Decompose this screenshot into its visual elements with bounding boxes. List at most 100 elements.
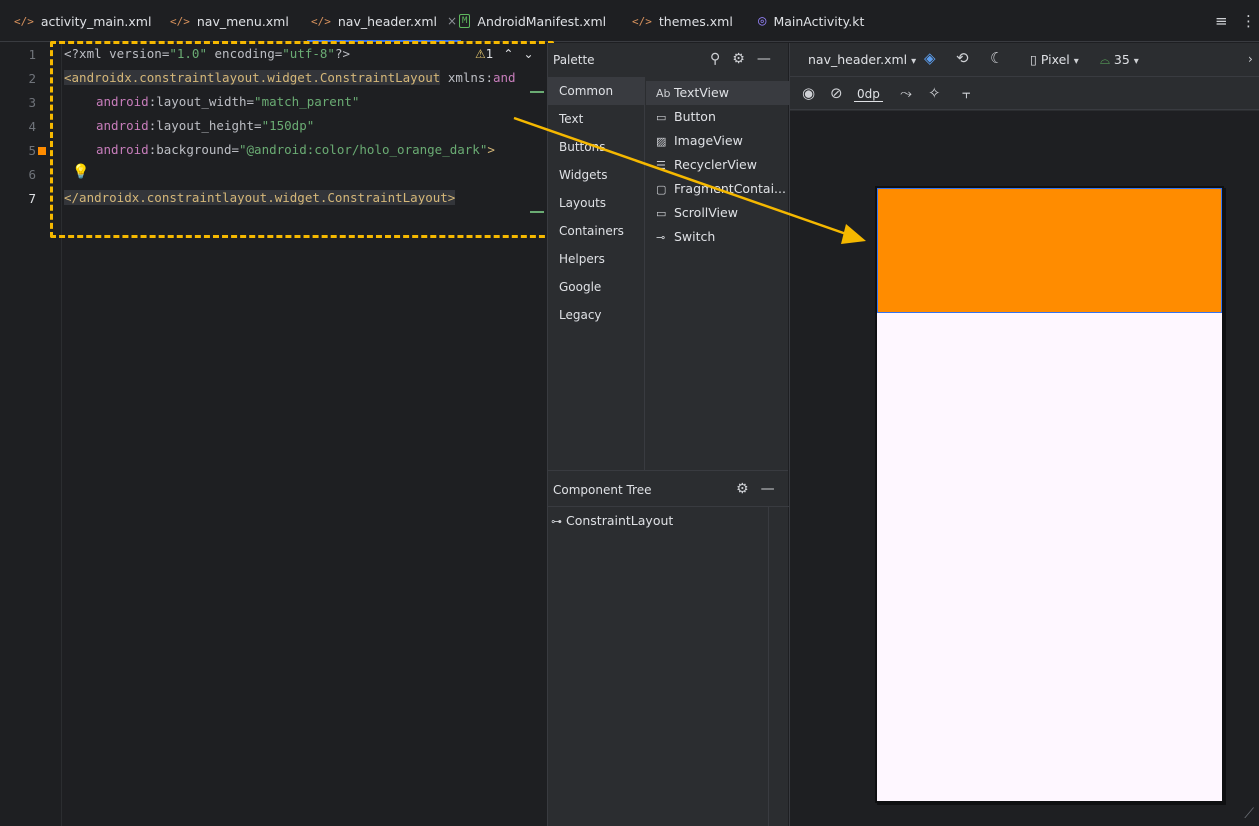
chevron-down-icon: ▾ (911, 56, 917, 67)
device-preview[interactable] (875, 186, 1224, 803)
tab-nav-header[interactable]: </> nav_header.xml × (306, 0, 462, 42)
gear-icon[interactable]: ⚙ (732, 51, 745, 67)
tab-main-activity[interactable]: ◎ MainActivity.kt (758, 0, 864, 42)
xml-code-icon: </> (632, 14, 652, 28)
constraint-layout-icon: ⊶ (551, 515, 562, 528)
manifest-icon: M (459, 14, 471, 28)
category-helpers[interactable]: Helpers (548, 245, 645, 273)
tab-label: nav_header.xml (337, 13, 438, 29)
item-label: Button (674, 109, 716, 124)
file-selector-label: nav_header.xml (808, 52, 908, 67)
gear-icon[interactable]: ⚙ (736, 481, 749, 497)
design-toolbar: nav_header.xml ▾ ◈ ⟲ ☾ ▯ Pixel ▾ ⌓ 35 ▾ › (790, 43, 1259, 77)
palette-header: Palette ⚲ ⚙ — (548, 43, 789, 77)
nav-header-preview[interactable] (877, 188, 1222, 313)
category-containers[interactable]: Containers (548, 217, 645, 245)
tab-label: AndroidManifest.xml (477, 13, 607, 29)
highlight-annotation-box (50, 41, 554, 238)
api-selector[interactable]: ⌓ 35 ▾ (1100, 52, 1139, 68)
fragment-icon: ▢ (656, 183, 667, 196)
tab-label: MainActivity.kt (773, 13, 865, 29)
list-icon: ☰ (656, 159, 666, 172)
item-label: FragmentContai... (674, 181, 786, 196)
chevron-down-icon: ▾ (1133, 56, 1139, 67)
xml-code-icon: </> (311, 14, 331, 28)
api-label: 35 (1113, 52, 1130, 67)
design-editor: nav_header.xml ▾ ◈ ⟲ ☾ ▯ Pixel ▾ ⌓ 35 ▾ › ◉… (789, 43, 1259, 826)
clear-constraints-icon[interactable]: ⤳ (900, 84, 912, 102)
minimize-icon[interactable]: — (757, 51, 771, 67)
line-number: 3 (28, 95, 36, 110)
infer-constraints-icon[interactable]: ✧ (928, 84, 941, 102)
palette-item-textview[interactable]: Ab TextView (646, 81, 789, 105)
tree-node-label: ConstraintLayout (566, 513, 674, 528)
category-widgets[interactable]: Widgets (548, 161, 645, 189)
component-tree-title: Component Tree (553, 483, 652, 497)
orientation-icon[interactable]: ⟲ (956, 49, 969, 67)
palette-item-fragment-container[interactable]: ▢ FragmentContai... (646, 177, 789, 201)
palette-categories: Common Text Buttons Widgets Layouts Cont… (548, 77, 645, 470)
category-text[interactable]: Text (548, 105, 645, 133)
xml-code-icon: </> (14, 14, 34, 28)
line-number: 1 (28, 47, 36, 62)
line-number: 6 (28, 167, 36, 182)
item-label: RecyclerView (674, 157, 757, 172)
device-selector[interactable]: ▯ Pixel ▾ (1030, 52, 1079, 67)
category-layouts[interactable]: Layouts (548, 189, 645, 217)
category-common[interactable]: Common (548, 77, 645, 105)
more-options-icon[interactable]: ⋮ (1241, 12, 1256, 30)
tree-node-constraintlayout[interactable]: ⊶ ConstraintLayout (548, 509, 768, 533)
chevron-down-icon: ▾ (1073, 56, 1079, 67)
category-buttons[interactable]: Buttons (548, 133, 645, 161)
textview-icon: Ab (656, 87, 671, 100)
item-label: ImageView (674, 133, 743, 148)
palette-panel: Palette ⚲ ⚙ — Common Text Buttons Widget… (547, 43, 789, 470)
resize-handle-icon[interactable]: ⟋ (1244, 806, 1254, 822)
night-mode-icon[interactable]: ☾ (990, 49, 1003, 67)
eye-icon[interactable]: ◉ (802, 84, 815, 102)
editor-tab-bar: </> activity_main.xml </> nav_menu.xml <… (0, 0, 1259, 42)
divider (768, 507, 769, 826)
device-label: Pixel (1040, 52, 1070, 67)
default-margin[interactable]: 0dp (854, 87, 883, 102)
button-icon: ▭ (656, 111, 667, 124)
close-icon[interactable]: × (447, 14, 457, 28)
item-label: TextView (674, 85, 729, 100)
layers-icon[interactable]: ◈ (924, 49, 936, 67)
palette-item-switch[interactable]: ⊸ Switch (646, 225, 789, 249)
magnet-off-icon[interactable]: ⊘ (830, 84, 843, 102)
item-label: ScrollView (674, 205, 738, 220)
tab-list-icon[interactable]: ≡ (1215, 12, 1228, 30)
line-number: 7 (28, 191, 36, 206)
guidelines-icon[interactable]: ⫟ (962, 84, 971, 102)
scrollview-icon: ▭ (656, 207, 667, 220)
tab-android-manifest[interactable]: M AndroidManifest.xml (459, 0, 606, 42)
palette-item-imageview[interactable]: ▨ ImageView (646, 129, 789, 153)
color-swatch-icon[interactable] (38, 147, 46, 155)
design-subtoolbar: ◉ ⊘ 0dp ⤳ ✧ ⫟ (790, 78, 1259, 110)
palette-item-scrollview[interactable]: ▭ ScrollView (646, 201, 789, 225)
chevron-right-icon[interactable]: › (1248, 52, 1253, 66)
palette-item-button[interactable]: ▭ Button (646, 105, 789, 129)
palette-item-recyclerview[interactable]: ☰ RecyclerView (646, 153, 789, 177)
line-number: 2 (28, 71, 36, 86)
category-legacy[interactable]: Legacy (548, 301, 645, 329)
component-tree-actions: ⚙ — (736, 481, 775, 497)
divider (548, 506, 789, 507)
xml-code-icon: </> (170, 14, 190, 28)
design-canvas[interactable]: ⟋ (790, 111, 1259, 826)
android-icon: ⌓ (1100, 52, 1114, 67)
component-tree-panel: Component Tree ⚙ — ⊶ ConstraintLayout (547, 470, 789, 826)
search-icon[interactable]: ⚲ (710, 51, 720, 67)
category-google[interactable]: Google (548, 273, 645, 301)
file-selector[interactable]: nav_header.xml ▾ (808, 52, 916, 67)
minimize-icon[interactable]: — (761, 481, 775, 497)
palette-actions: ⚲ ⚙ — (710, 51, 771, 67)
line-number: 4 (28, 119, 36, 134)
image-icon: ▨ (656, 135, 667, 148)
tab-themes[interactable]: </> themes.xml (632, 0, 733, 42)
tab-activity-main[interactable]: </> activity_main.xml (14, 0, 151, 42)
tab-label: activity_main.xml (40, 13, 152, 29)
tab-nav-menu[interactable]: </> nav_menu.xml (170, 0, 289, 42)
kotlin-icon: ◎ (758, 13, 767, 29)
